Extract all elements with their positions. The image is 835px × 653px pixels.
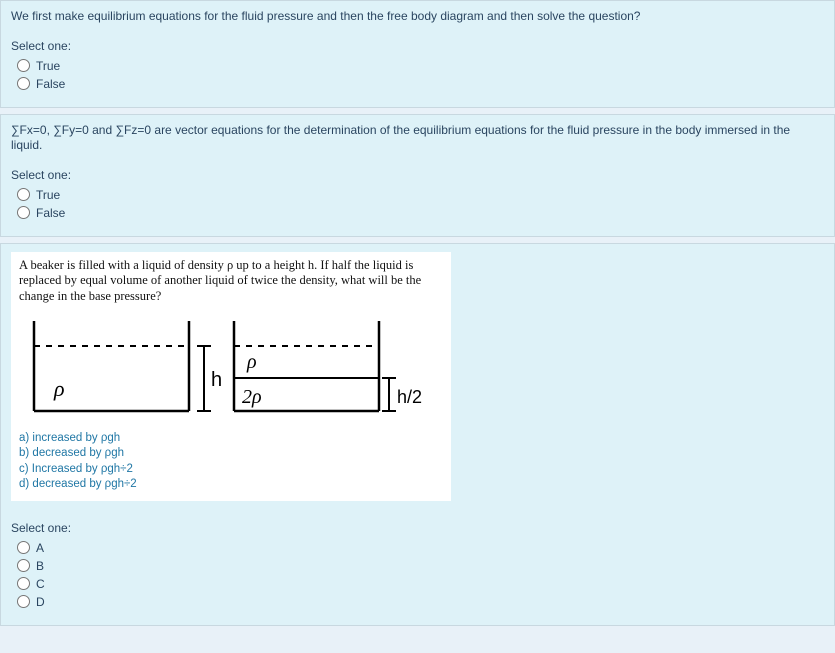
option-label: True — [36, 188, 60, 202]
select-one-label: Select one: — [11, 168, 824, 182]
radio-q2-false[interactable] — [17, 206, 30, 219]
option-row-false: False — [11, 204, 824, 222]
beaker-diagram: ρ h ρ 2ρ — [19, 311, 443, 421]
h-label: h — [211, 369, 222, 391]
option-row-true: True — [11, 57, 824, 75]
radio-q1-false[interactable] — [17, 77, 30, 90]
tworho-label: 2ρ — [242, 386, 262, 408]
radio-q3-a[interactable] — [17, 541, 30, 554]
image-question-text: A beaker is filled with a liquid of dens… — [19, 258, 443, 305]
question-1-text: We first make equilibrium equations for … — [11, 9, 824, 25]
question-2: ∑Fx=0, ∑Fy=0 and ∑Fz=0 are vector equati… — [0, 114, 835, 237]
question-image-box: A beaker is filled with a liquid of dens… — [11, 252, 451, 501]
beaker-svg: ρ h ρ 2ρ — [19, 311, 429, 421]
radio-q1-true[interactable] — [17, 59, 30, 72]
select-one-label: Select one: — [11, 521, 824, 535]
ans-c: c) Increased by ρgh÷2 — [19, 462, 443, 478]
option-row-a: A — [11, 539, 824, 557]
option-row-b: B — [11, 557, 824, 575]
radio-q3-c[interactable] — [17, 577, 30, 590]
option-label: False — [36, 206, 65, 220]
ans-a: a) increased by ρgh — [19, 431, 443, 447]
option-label: D — [36, 595, 45, 609]
radio-q3-b[interactable] — [17, 559, 30, 572]
option-row-true: True — [11, 186, 824, 204]
option-row-d: D — [11, 593, 824, 611]
question-1: We first make equilibrium equations for … — [0, 0, 835, 108]
h2-label: h/2 — [397, 387, 422, 407]
rho-label: ρ — [53, 376, 65, 401]
select-one-label: Select one: — [11, 39, 824, 53]
radio-q3-d[interactable] — [17, 595, 30, 608]
option-label: True — [36, 59, 60, 73]
question-3: A beaker is filled with a liquid of dens… — [0, 243, 835, 626]
answer-choices-text: a) increased by ρgh b) decreased by ρgh … — [19, 431, 443, 493]
ans-b: b) decreased by ρgh — [19, 446, 443, 462]
ans-d: d) decreased by ρgh÷2 — [19, 477, 443, 493]
option-row-false: False — [11, 75, 824, 93]
option-label: C — [36, 577, 45, 591]
option-label: A — [36, 541, 44, 555]
option-label: B — [36, 559, 44, 573]
question-2-text: ∑Fx=0, ∑Fy=0 and ∑Fz=0 are vector equati… — [11, 123, 824, 154]
option-label: False — [36, 77, 65, 91]
option-row-c: C — [11, 575, 824, 593]
radio-q2-true[interactable] — [17, 188, 30, 201]
rho-label-2: ρ — [246, 351, 257, 373]
